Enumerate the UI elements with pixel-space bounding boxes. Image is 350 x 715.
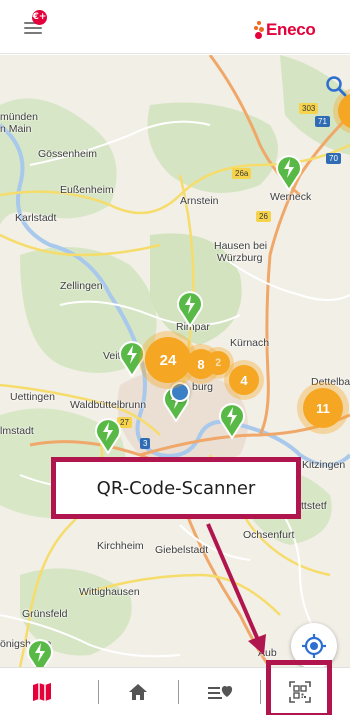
map-place-label: Kirchheim	[97, 540, 144, 552]
map-place-label: Gössenheim	[38, 148, 97, 160]
top-bar: €+ Eneco	[0, 0, 350, 54]
qr-scanner-highlight	[266, 660, 332, 715]
app-screen: €+ Eneco münden n Main Gössenheim Eußenh…	[0, 0, 350, 715]
search-icon[interactable]	[325, 75, 347, 97]
map-view[interactable]: münden n Main Gössenheim Eußenheim Karls…	[0, 55, 350, 667]
notification-badge: €+	[32, 10, 47, 25]
road-shield: 3	[140, 438, 151, 449]
map-place-label: münden	[0, 111, 38, 123]
map-place-label: Wittighausen	[79, 586, 140, 598]
callout-label: QR-Code-Scanner	[96, 477, 256, 499]
map-place-label: Uettingen	[10, 391, 55, 403]
cluster-marker[interactable]: 24	[145, 337, 191, 383]
logo-dots-icon	[254, 21, 264, 39]
cluster-marker[interactable]: 4	[229, 365, 259, 395]
road-shield: 70	[326, 153, 341, 164]
nav-divider	[98, 680, 99, 704]
map-icon	[33, 683, 51, 701]
nav-home-button[interactable]	[108, 668, 168, 715]
map-place-label: Hausen bei	[214, 240, 268, 252]
map-place-label: Kitzingen	[302, 459, 346, 471]
map-place-label: Ochsenfurt	[243, 529, 295, 541]
map-place-label: burg	[192, 381, 214, 393]
charger-pin-icon[interactable]	[118, 339, 146, 377]
nav-divider	[178, 680, 179, 704]
map-place-label: Waldbüttelbrunn	[70, 399, 147, 411]
map-place-label: Dettelba	[311, 376, 350, 388]
charger-pin-icon[interactable]	[176, 289, 204, 327]
map-place-label: Grünsfeld	[22, 608, 68, 620]
map-place-label: Giebelstadt	[155, 544, 209, 556]
cluster-marker[interactable]: 11	[303, 388, 343, 428]
cluster-marker[interactable]: 8	[186, 349, 216, 379]
map-place-label: Zellingen	[60, 280, 103, 292]
nav-map-button[interactable]	[14, 668, 70, 715]
charger-pin-icon[interactable]	[26, 637, 54, 667]
charger-pin-icon[interactable]	[94, 416, 122, 454]
menu-icon-line	[24, 32, 42, 34]
charger-pin-icon[interactable]	[218, 401, 246, 439]
map-place-label: Werneck	[270, 191, 312, 203]
map-place-label: Arnstein	[180, 195, 219, 207]
nav-favorites-button[interactable]	[188, 668, 252, 715]
road-shield: 26	[256, 211, 271, 222]
map-place-label: ttstetf	[301, 500, 327, 512]
map-place-label: n Main	[0, 123, 32, 135]
map-place-label: Kürnach	[230, 337, 270, 349]
menu-button[interactable]: €+	[24, 10, 47, 38]
map-place-label: Karlstadt	[15, 212, 57, 224]
charger-pin-icon[interactable]	[275, 153, 303, 191]
eneco-logo: Eneco	[254, 20, 316, 40]
crosshair-icon	[302, 634, 326, 658]
map-place-label: Würzburg	[217, 252, 263, 264]
home-icon	[129, 684, 147, 700]
favorites-list-icon	[208, 686, 233, 699]
current-location-marker	[170, 382, 190, 402]
road-shield: 26a	[232, 168, 252, 179]
nav-divider	[260, 680, 261, 704]
map-place-label: Eußenheim	[60, 184, 114, 196]
qr-scanner-callout: QR-Code-Scanner	[51, 457, 301, 519]
brand-name: Eneco	[266, 20, 316, 39]
map-place-label: Aub	[258, 647, 277, 659]
menu-icon-line	[24, 27, 42, 29]
road-shield: 303	[299, 103, 319, 114]
map-place-label: lmstadt	[0, 425, 34, 437]
road-shield: 71	[315, 116, 330, 127]
